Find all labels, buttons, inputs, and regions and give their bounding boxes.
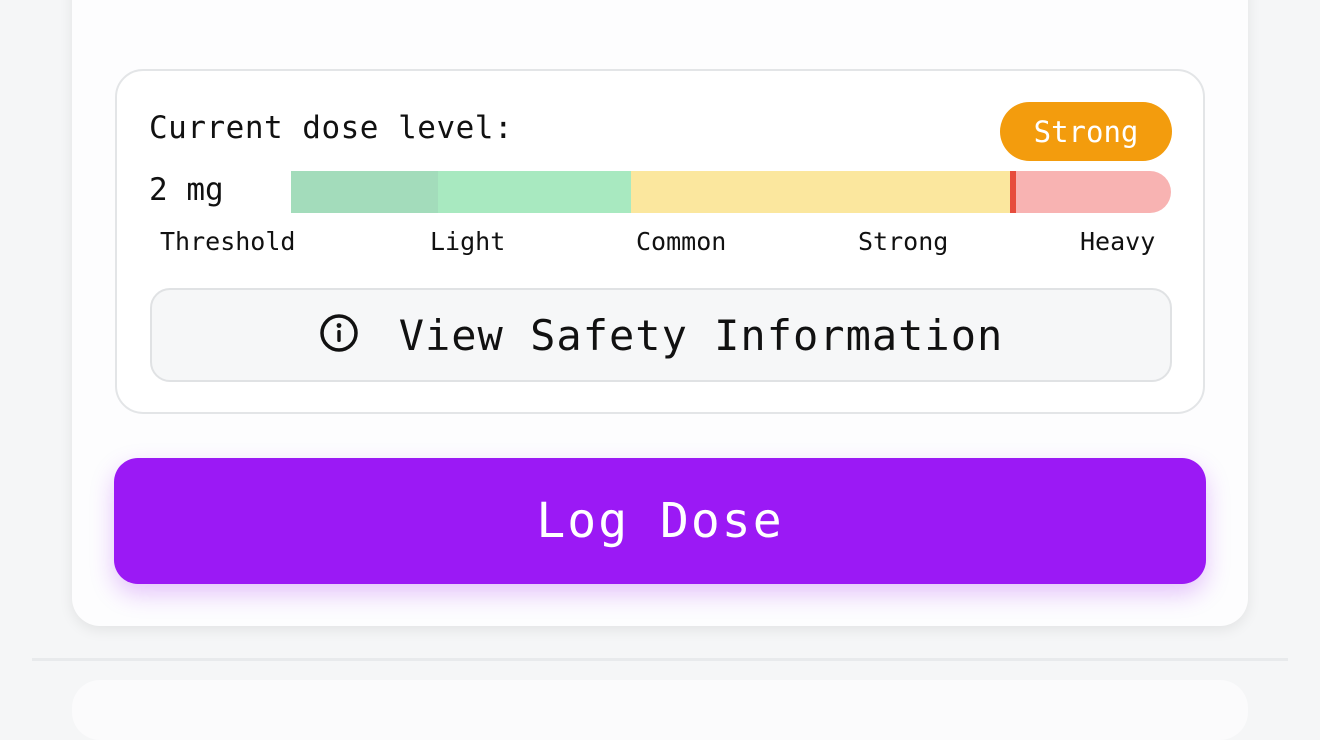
tick-light: Light [430,227,506,256]
bar-segment-light [437,171,631,213]
bar-segment-common [630,171,1012,213]
tick-strong: Strong [858,227,949,256]
log-dose-button[interactable]: Log Dose [114,458,1206,584]
section-divider [32,658,1288,661]
bar-segment-heavy [1011,171,1171,213]
safety-button-label: View Safety Information [398,310,1004,360]
dose-level-label: Current dose level: [149,110,514,146]
next-card [72,680,1248,740]
info-icon [319,313,359,357]
tick-common: Common [636,227,727,256]
dose-amount: 2 mg [149,172,224,208]
dose-marker [1009,171,1016,213]
dose-level-badge: Strong [1000,102,1172,161]
dose-range-bar [291,171,1171,213]
bar-segment-threshold [291,171,438,213]
view-safety-info-button[interactable]: View Safety Information [150,288,1172,382]
tick-threshold: Threshold [160,227,296,256]
tick-heavy: Heavy [1080,227,1156,256]
